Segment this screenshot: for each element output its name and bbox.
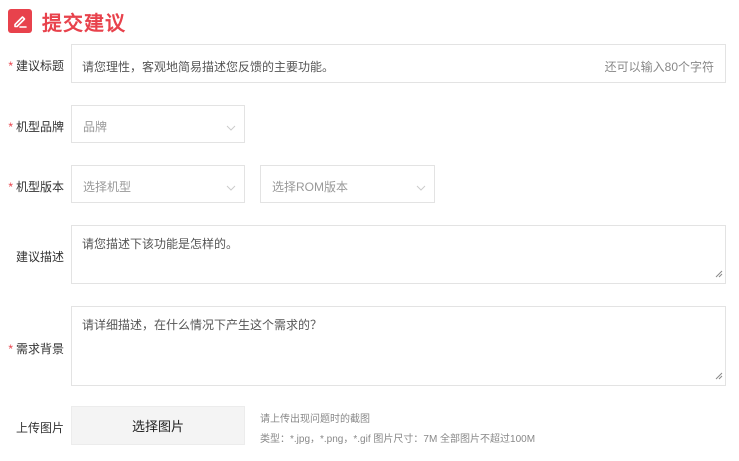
background-label: * 需求背景 [8, 342, 64, 356]
description-label: 建议描述 [15, 250, 64, 264]
version-label: * 机型版本 [8, 180, 64, 194]
chevron-down-icon [416, 180, 426, 194]
brand-select-value: 品牌 [83, 120, 108, 134]
page-header: 提交建议 [8, 8, 126, 35]
background-textarea[interactable]: 请详细描述，在什么情况下产生这个需求的？ [71, 306, 726, 386]
description-textarea[interactable]: 请您描述下该功能是怎样的。 [71, 225, 726, 284]
edit-icon [8, 9, 32, 33]
chevron-down-icon [226, 120, 236, 134]
upload-hint: 请上传出现问题时的截图 [260, 414, 370, 425]
upload-label: 上传图片 [15, 421, 64, 435]
suggestion-title-input[interactable]: 请您理性，客观地简易描述您反馈的主要功能。 还可以输入80个字符 [71, 44, 726, 83]
required-mark: * [8, 59, 13, 73]
chevron-down-icon [226, 180, 236, 194]
page-title: 提交建议 [42, 12, 126, 35]
resize-grip-icon[interactable] [715, 369, 723, 383]
description-placeholder: 请您描述下该功能是怎样的。 [82, 237, 239, 251]
background-placeholder: 请详细描述，在什么情况下产生这个需求的？ [82, 318, 323, 332]
title-placeholder: 请您理性，客观地简易描述您反馈的主要功能。 [82, 60, 335, 74]
required-mark: * [8, 180, 13, 194]
upload-format-hint: 类型：*.jpg，*.png，*.gif 图片尺寸：7M 全部图片不超过100M [260, 434, 536, 445]
title-field-label: * 建议标题 [8, 59, 64, 73]
model-select-placeholder: 选择机型 [83, 180, 132, 194]
required-mark: * [8, 120, 13, 134]
brand-select[interactable]: 品牌 [71, 105, 245, 143]
char-counter: 还可以输入80个字符 [604, 60, 714, 74]
brand-label: * 机型品牌 [8, 120, 64, 134]
model-select[interactable]: 选择机型 [71, 165, 245, 203]
rom-select-placeholder: 选择ROM版本 [272, 180, 348, 194]
choose-image-button[interactable]: 选择图片 [71, 406, 245, 445]
required-mark: * [8, 342, 13, 356]
resize-grip-icon[interactable] [715, 267, 723, 281]
rom-select[interactable]: 选择ROM版本 [260, 165, 435, 203]
